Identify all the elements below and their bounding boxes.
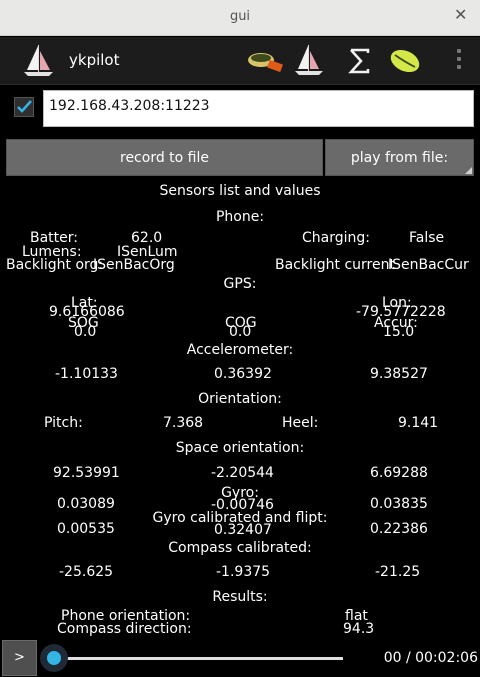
app-name: ykpilot [69, 51, 120, 69]
accelerometer-x: -1.10133 [55, 366, 118, 382]
backlight-org-label: Backlight org: [6, 257, 104, 273]
pitch-label: Pitch: [44, 415, 83, 431]
dropdown-corner-icon [465, 167, 472, 174]
play-button[interactable]: > [2, 640, 37, 676]
heel-label: Heel: [282, 415, 319, 431]
magnifier-icon[interactable] [244, 43, 284, 79]
play-from-file-button[interactable]: play from file: [325, 139, 474, 176]
overflow-menu-icon[interactable] [456, 49, 462, 73]
charging-label: Charging: [302, 230, 370, 246]
accelerometer-title: Accelerometer: [186, 342, 294, 358]
sailboat-logo-icon[interactable] [18, 43, 58, 79]
cog-value: 0.0 [229, 324, 252, 340]
gyro-calibrated-x: 0.00535 [57, 521, 115, 537]
orientation-title: Orientation: [198, 391, 282, 407]
accelerometer-z: 9.38527 [370, 366, 428, 382]
window-titlebar: gui ✕ [0, 0, 480, 36]
heel-value: 9.141 [398, 415, 439, 431]
pitch-value: 7.368 [163, 415, 204, 431]
connection-checkbox[interactable] [14, 97, 34, 117]
compass-direction-label: Compass direction: [57, 621, 192, 637]
backlight-current-value: ISenBacCur [388, 257, 469, 273]
gyro-calibrated-y: 0.32407 [214, 522, 272, 538]
sog-value: 0.0 [74, 324, 97, 340]
compass-calibrated-z: -21.25 [375, 564, 421, 580]
sailboat-icon[interactable] [289, 43, 329, 79]
accelerometer-y: 0.36392 [214, 366, 272, 382]
charging-value: False [409, 230, 445, 246]
results-title: Results: [212, 589, 268, 605]
gps-title: GPS: [223, 276, 257, 292]
sigma-icon[interactable] [340, 43, 380, 79]
checkmark-icon [17, 100, 32, 113]
space-orientation-z: 6.69288 [370, 465, 428, 481]
compass-calibrated-title: Compass calibrated: [168, 540, 312, 556]
sensors-header: Sensors list and values [159, 183, 321, 199]
backlight-org-value: ISenBacOrg [93, 257, 175, 273]
space-orientation-title: Space orientation: [175, 440, 305, 456]
address-input[interactable]: 192.168.43.208:11223 [43, 90, 474, 127]
window-title: gui [229, 9, 251, 24]
compass-calibrated-x: -25.625 [59, 564, 114, 580]
space-orientation-x: 92.53991 [53, 465, 120, 481]
rugby-ball-icon[interactable] [384, 43, 424, 79]
compass-direction-value: 94.3 [343, 621, 375, 637]
record-to-file-button[interactable]: record to file [6, 139, 323, 176]
play-from-file-label: play from file: [350, 150, 449, 166]
compass-calibrated-y: -1.9375 [216, 564, 271, 580]
gyro-calibrated-z: 0.22386 [370, 521, 428, 537]
space-orientation-y: -2.20544 [211, 465, 274, 481]
progress-slider[interactable] [53, 657, 343, 660]
phone-title: Phone: [215, 209, 265, 225]
action-bar: ykpilot [0, 37, 480, 85]
backlight-current-label: Backlight current [275, 257, 395, 273]
close-icon[interactable]: ✕ [454, 7, 468, 23]
time-readout: 00 / 00:02:06 [383, 650, 478, 666]
accur-value: 15.0 [383, 324, 415, 340]
slider-knob[interactable] [40, 644, 68, 672]
